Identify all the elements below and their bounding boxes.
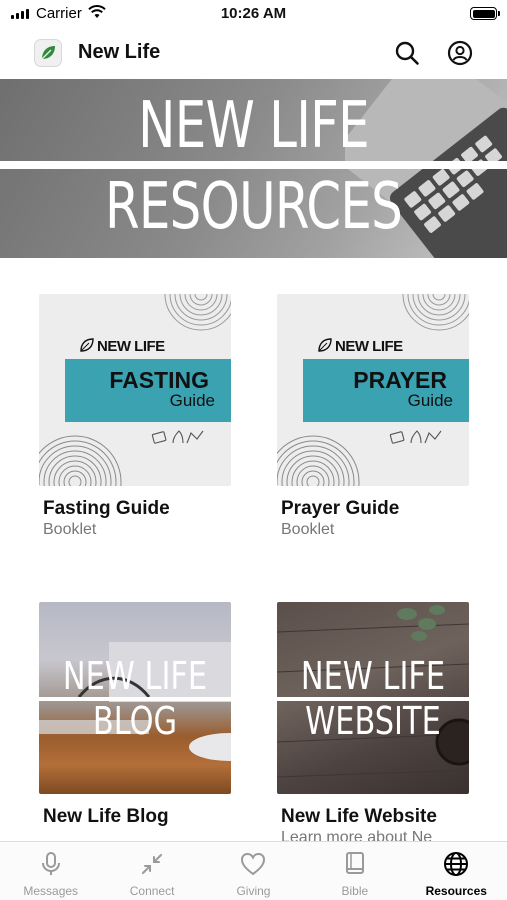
microphone-icon <box>38 851 64 877</box>
battery-icon <box>470 7 500 20</box>
app-title: New Life <box>78 41 161 63</box>
hero-banner[interactable]: NEW LIFE RESOURCES <box>0 79 507 258</box>
website-thumbnail[interactable]: NEW LIFE WEBSITE <box>277 602 469 794</box>
card-title: Fasting Guide <box>43 498 170 519</box>
tab-label: Connect <box>129 884 175 898</box>
tab-label: Resources <box>425 884 487 898</box>
tab-label: Bible <box>341 884 369 898</box>
book-icon <box>342 851 368 877</box>
thumbnail-brand: NEW LIFE <box>97 338 165 355</box>
thumbnail-line2: WEBSITE <box>305 699 441 743</box>
thumbnail-sub: Guide <box>169 391 215 410</box>
globe-icon <box>443 851 469 877</box>
fasting-guide-thumbnail[interactable]: NEW LIFE FASTING Guide <box>39 294 231 486</box>
blog-thumbnail[interactable]: NEW LIFE BLOG <box>39 602 231 794</box>
leaf-logo-icon[interactable] <box>34 39 62 67</box>
card-title: New Life Blog <box>43 806 169 827</box>
prayer-guide-thumbnail[interactable]: NEW LIFE PRAYER Guide <box>277 294 469 486</box>
clock: 10:26 AM <box>220 5 287 22</box>
concentric-circles-decoration <box>277 435 360 486</box>
card-title: Prayer Guide <box>281 498 400 519</box>
status-bar: Carrier 10:26 AM <box>0 0 507 30</box>
guide-title-box: PRAYER Guide <box>303 359 469 422</box>
card-subtitle: Booklet <box>43 521 97 538</box>
leaf-icon <box>318 338 332 352</box>
tab-messages[interactable]: Messages <box>0 842 101 900</box>
tab-label: Giving <box>236 884 271 898</box>
thumbnail-brand: NEW LIFE <box>335 338 403 355</box>
concentric-circles-decoration <box>164 294 231 331</box>
arrows-connect-icon <box>139 851 165 877</box>
thumbnail-sub: Guide <box>407 391 453 410</box>
tab-connect[interactable]: Connect <box>101 842 202 900</box>
tab-bible[interactable]: Bible <box>304 842 405 900</box>
tab-label: Messages <box>23 884 79 898</box>
hero-divider <box>0 161 507 169</box>
thumbnail-line1: NEW LIFE <box>62 654 208 698</box>
tab-bar: Messages Connect Giving Bible Resources <box>0 841 507 900</box>
thumbnail-line2: BLOG <box>92 699 178 743</box>
praying-hands-icon <box>151 430 204 444</box>
search-icon <box>395 41 419 65</box>
app-header: New Life <box>0 32 507 76</box>
heart-icon <box>240 851 266 877</box>
tab-giving[interactable]: Giving <box>203 842 304 900</box>
leaf-icon <box>80 338 94 352</box>
profile-icon <box>447 40 473 66</box>
card-subtitle: Booklet <box>281 521 335 538</box>
thumbnail-line1: NEW LIFE <box>300 654 446 698</box>
guide-title-box: FASTING Guide <box>65 359 231 422</box>
praying-hands-icon <box>389 430 442 444</box>
hero-title-line1: NEW LIFE <box>138 89 369 163</box>
tab-resources[interactable]: Resources <box>406 842 507 900</box>
profile-button[interactable] <box>445 38 475 68</box>
hero-title-line2: RESOURCES <box>104 170 403 244</box>
search-button[interactable] <box>392 38 422 68</box>
concentric-circles-decoration <box>39 435 122 486</box>
concentric-circles-decoration <box>402 294 469 331</box>
thumbnail-word: PRAYER <box>353 367 447 393</box>
thumbnail-word: FASTING <box>109 367 209 393</box>
card-title: New Life Website <box>281 806 437 827</box>
